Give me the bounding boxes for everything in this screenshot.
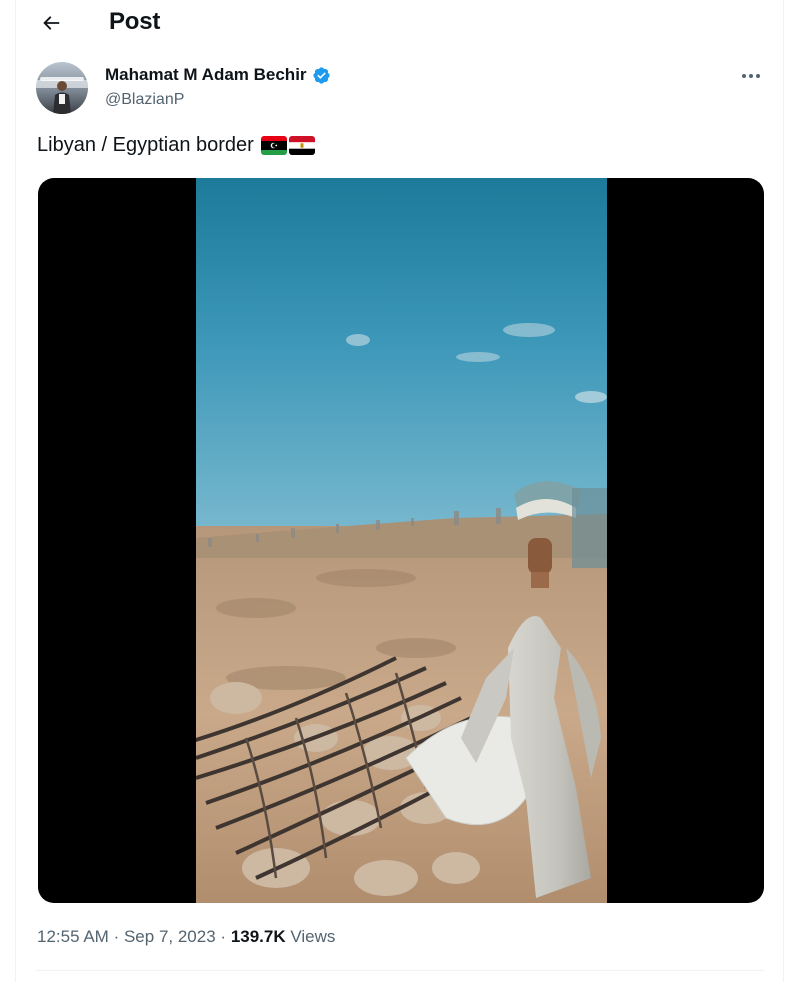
post-column: Post Mahamat M Adam Bechir @BlazianP Lib… (15, 0, 784, 982)
avatar[interactable] (36, 62, 88, 114)
post-timestamp-link[interactable]: 12:55 AM · Sep 7, 2023 (37, 927, 216, 946)
more-dots-icon (742, 74, 760, 78)
author-handle[interactable]: @BlazianP (105, 91, 184, 109)
back-button[interactable] (36, 8, 66, 38)
post-text: Libyan / Egyptian border (37, 134, 315, 157)
video-still-image (196, 178, 607, 903)
post-text-content: Libyan / Egyptian border (37, 134, 254, 156)
page-title: Post (109, 8, 161, 35)
post-meta: 12:55 AM · Sep 7, 2023 · 139.7K Views (37, 927, 335, 947)
more-options-button[interactable] (736, 64, 766, 88)
meta-separator-2: · (220, 927, 227, 946)
post-time: 12:55 AM (37, 927, 109, 946)
author-name[interactable]: Mahamat M Adam Bechir (105, 65, 331, 85)
flag-emojis (260, 136, 315, 155)
arrow-left-icon (43, 16, 60, 30)
libya-flag-icon (260, 136, 287, 155)
egypt-flag-icon (288, 136, 315, 155)
verified-badge-icon (312, 66, 330, 84)
views-label: Views (290, 927, 336, 946)
meta-separator: · (113, 927, 120, 946)
post-date: Sep 7, 2023 (123, 927, 216, 946)
author-name-text: Mahamat M Adam Bechir (105, 65, 307, 84)
video-frame (196, 178, 607, 903)
author-block: Mahamat M Adam Bechir @BlazianP (36, 62, 766, 114)
top-bar: Post (16, 0, 783, 46)
views-count: 139.7K (230, 927, 286, 946)
divider (36, 970, 764, 971)
post-video[interactable] (38, 178, 764, 903)
